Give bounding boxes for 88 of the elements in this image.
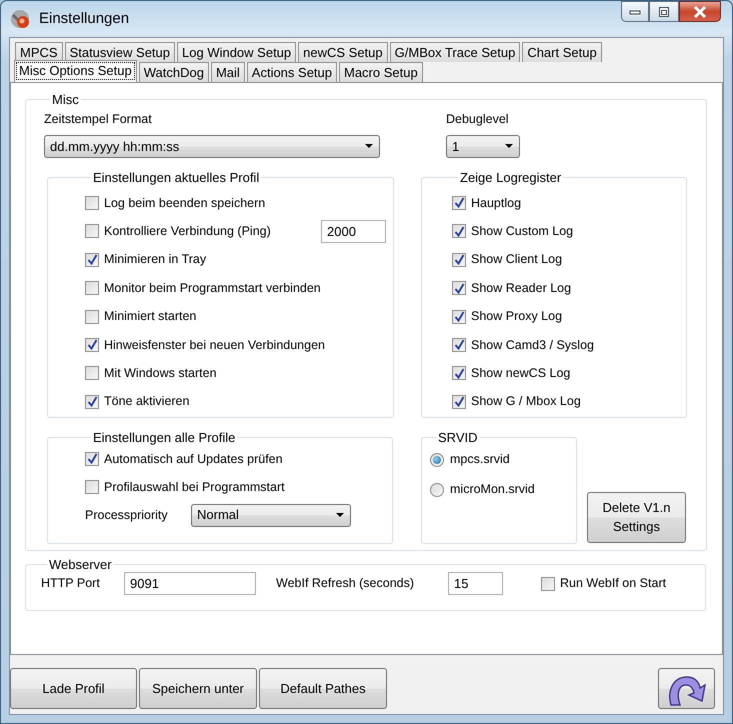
tab[interactable]: Actions Setup <box>246 62 337 82</box>
minimize-icon <box>629 8 641 14</box>
checkbox[interactable] <box>85 452 99 466</box>
port-field[interactable]: 9091 <box>124 572 256 595</box>
checkbox-label: Kontrolliere Verbindung (Ping) <box>104 222 271 240</box>
group-title: SRVID <box>437 430 478 445</box>
checkbox-label: Automatisch auf Updates prüfen <box>104 450 283 468</box>
checkbox-label: Töne aktivieren <box>104 393 190 410</box>
field-label: HTTP Port <box>41 575 101 592</box>
checkbox[interactable] <box>85 366 99 380</box>
checkbox-label: Show Camd3 / Syslog <box>471 336 594 354</box>
checkbox-label: Minimieren in Tray <box>104 251 206 268</box>
field-label: Debuglevel <box>446 111 510 128</box>
footer-button[interactable]: Lade Profil <box>10 668 137 709</box>
checkbox[interactable] <box>452 394 466 409</box>
group-title: Webserver <box>48 557 113 572</box>
checkbox[interactable] <box>541 576 555 590</box>
dropdown-value: 1 <box>452 138 460 156</box>
checkbox[interactable] <box>85 338 99 352</box>
checkbox-label: Show Custom Log <box>471 222 574 240</box>
checkbox[interactable] <box>85 310 99 324</box>
tab[interactable]: Mail <box>210 62 245 82</box>
dropdown-arrow-icon <box>336 513 344 518</box>
checkbox[interactable] <box>85 252 99 267</box>
checkbox[interactable] <box>85 224 99 238</box>
close-button[interactable] <box>679 1 721 22</box>
checkbox-label: Show Proxy Log <box>471 308 562 326</box>
close-icon <box>693 6 707 18</box>
checkbox[interactable] <box>85 394 99 409</box>
checkbox-label: Show G / Mbox Log <box>471 393 581 410</box>
timestamp-dropdown[interactable]: dd.mm.yyyy hh:mm:ss <box>44 134 380 158</box>
checkbox[interactable] <box>452 366 466 380</box>
checkbox[interactable] <box>85 480 99 494</box>
tab[interactable]: newCS Setup <box>298 42 388 62</box>
checkbox[interactable] <box>452 281 466 296</box>
group-title: Einstellungen alle Profile <box>92 430 236 445</box>
ping-interval-field[interactable]: 2000 <box>321 220 386 243</box>
priority-dropdown[interactable]: Normal <box>191 504 351 527</box>
checkbox-label: Hauptlog <box>471 194 522 212</box>
checkbox-label: Profilauswahl bei Programmstart <box>104 478 285 496</box>
tab[interactable]: MPCS <box>15 42 63 62</box>
refresh-field[interactable]: 15 <box>448 572 503 595</box>
checkbox[interactable] <box>452 310 466 324</box>
checkbox-label: Show Reader Log <box>471 280 572 297</box>
checkbox-label: Show Client Log <box>471 251 562 268</box>
tab[interactable]: Misc Options Setup <box>14 60 137 82</box>
checkbox-label: Hinweisfenster bei neuen Verbindungen <box>104 336 325 354</box>
dropdown-arrow-icon <box>505 144 513 148</box>
checkbox-label: Mit Windows starten <box>104 364 217 382</box>
dropdown-arrow-icon <box>365 144 373 148</box>
checkbox[interactable] <box>85 196 99 210</box>
apply-button[interactable] <box>658 668 715 709</box>
radio-label: microMon.srvid <box>450 481 535 498</box>
dropdown-value: Normal <box>197 506 240 524</box>
field-label: Zeitstempel Format <box>44 111 153 128</box>
field-label: Processpriority <box>85 506 169 524</box>
radio-button[interactable] <box>430 482 444 497</box>
checkbox[interactable] <box>452 338 466 352</box>
group-title: Misc <box>51 92 80 107</box>
tab[interactable]: WatchDog <box>138 62 209 82</box>
maximize-button[interactable] <box>649 1 679 22</box>
checkbox-label: Log beim beenden speichern <box>104 194 266 212</box>
tab[interactable]: G/MBox Trace Setup <box>390 42 520 62</box>
maximize-icon <box>658 6 670 18</box>
checkbox[interactable] <box>452 224 466 238</box>
checkbox-label: Show newCS Log <box>471 364 570 382</box>
group-title: Einstellungen aktuelles Profil <box>92 170 260 185</box>
debuglevel-dropdown[interactable]: 1 <box>446 134 520 158</box>
footer-button[interactable]: Default Pathes <box>259 668 387 709</box>
tab[interactable]: Chart Setup <box>522 42 602 62</box>
tab[interactable]: Statusview Setup <box>64 42 176 62</box>
tab[interactable]: Log Window Setup <box>177 42 296 62</box>
footer-button[interactable]: Speichern unter <box>139 668 257 709</box>
field-label: WebIf Refresh (seconds) <box>276 575 416 592</box>
radio-label: mpcs.srvid <box>450 451 510 468</box>
checkbox-label: Monitor beim Programmstart verbinden <box>104 280 321 297</box>
checkbox-label: Minimiert starten <box>104 308 196 326</box>
radio-button[interactable] <box>430 452 444 467</box>
delete-settings-button[interactable]: Delete V1.n Settings <box>587 492 686 543</box>
checkbox-label: Run WebIf on Start <box>560 575 666 592</box>
checkbox[interactable] <box>452 252 466 267</box>
window-title: Einstellungen <box>39 8 130 29</box>
checkbox[interactable] <box>452 196 466 210</box>
minimize-button[interactable] <box>621 1 649 22</box>
tab[interactable]: Macro Setup <box>339 62 423 82</box>
group-title: Zeige Logregister <box>459 170 562 185</box>
dropdown-value: dd.mm.yyyy hh:mm:ss <box>50 138 180 156</box>
checkbox[interactable] <box>85 281 99 296</box>
